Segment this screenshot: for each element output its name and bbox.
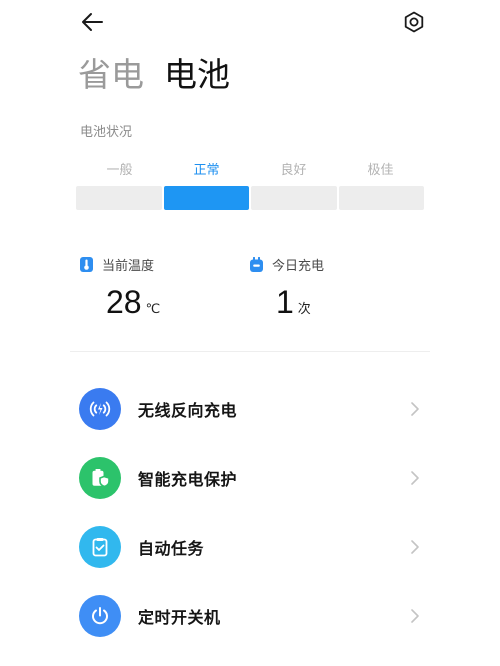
level-bar <box>76 186 424 210</box>
chevron-right-icon <box>408 400 422 418</box>
tab-battery[interactable]: 电池 <box>164 50 230 100</box>
battery-status-scale: 一般 正常 良好 极佳 <box>76 160 424 210</box>
chevron-right-icon <box>408 538 422 556</box>
menu-item-smart-charging-protection[interactable]: 智能充电保护 <box>70 443 430 512</box>
menu-item-label: 智能充电保护 <box>138 469 238 489</box>
charge-count-label: 今日充电 <box>272 258 325 274</box>
level-segment-normal <box>163 186 249 210</box>
battery-plug-icon <box>250 256 263 272</box>
menu-item-scheduled-power[interactable]: 定时开关机 <box>70 581 430 650</box>
clipboard-check-icon <box>79 525 121 568</box>
level-label-good: 良好 <box>280 163 307 178</box>
thermometer-icon <box>80 256 93 272</box>
tab-power-saving[interactable]: 省电 <box>78 50 144 100</box>
settings-button[interactable] <box>396 4 432 40</box>
temperature-unit: ℃ <box>145 302 161 317</box>
chevron-right-icon <box>408 469 422 487</box>
level-label-fair: 一般 <box>106 163 133 178</box>
charge-count-value: 1 <box>276 284 294 320</box>
section-divider <box>70 351 430 352</box>
menu-item-wireless-reverse-charging[interactable]: 无线反向充电 <box>70 374 430 443</box>
charge-count-unit: 次 <box>297 302 311 317</box>
menu-item-automated-tasks[interactable]: 自动任务 <box>70 512 430 581</box>
menu-item-label: 无线反向充电 <box>138 400 238 420</box>
menu-item-label: 自动任务 <box>138 538 205 558</box>
charge-count-metric: 今日充电 1 次 <box>250 254 324 322</box>
level-label-normal: 正常 <box>193 163 220 178</box>
header-tabs: 省电 电池 <box>78 50 230 100</box>
battery-shield-icon <box>79 456 121 499</box>
power-icon <box>79 594 121 637</box>
temperature-value: 28 <box>106 284 142 320</box>
level-segment-good <box>251 186 337 210</box>
wireless-charging-icon <box>79 387 121 430</box>
back-arrow-icon <box>82 13 103 31</box>
temperature-label: 当前温度 <box>102 258 155 274</box>
level-label-excellent: 极佳 <box>367 163 394 178</box>
back-button[interactable] <box>74 4 110 40</box>
battery-menu: 无线反向充电 智能充电保护 自动任务 定时开关机 <box>70 374 430 650</box>
menu-item-label: 定时开关机 <box>138 607 221 627</box>
battery-status-label: 电池状况 <box>80 125 133 140</box>
level-segment-excellent <box>338 186 424 210</box>
chevron-right-icon <box>408 607 422 625</box>
temperature-metric: 当前温度 28 ℃ <box>80 254 160 322</box>
level-segment-fair <box>76 186 162 210</box>
gear-icon <box>404 11 424 33</box>
